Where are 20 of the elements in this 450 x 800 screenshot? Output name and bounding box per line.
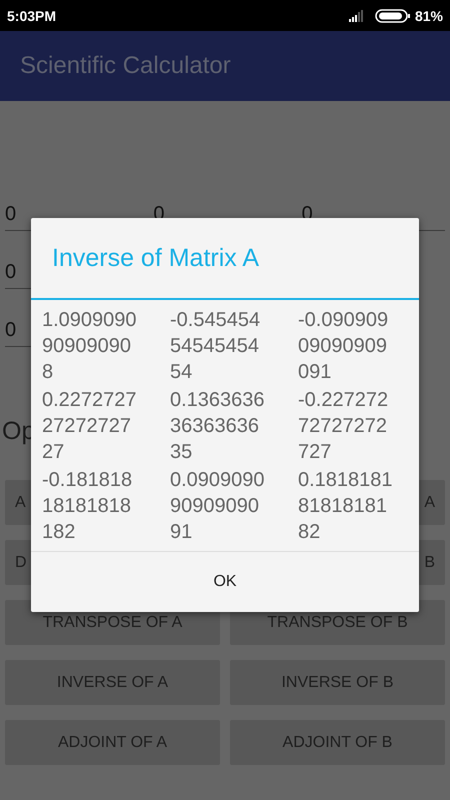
battery-percent: 81% bbox=[414, 8, 443, 24]
matrix-value: -0.18181818181818182 bbox=[42, 468, 134, 545]
matrix-value: -0.09090909090909091 bbox=[298, 308, 390, 385]
matrix-value: 0.09090909090909091 bbox=[170, 468, 266, 545]
matrix-value: 0.22727272727272727 bbox=[42, 388, 138, 465]
matrix-value: -0.5454545454545454 bbox=[170, 308, 262, 385]
operation-button[interactable]: ADJOINT OF B bbox=[230, 720, 445, 765]
matrix-value: 0.13636363636363635 bbox=[170, 388, 266, 465]
battery-icon bbox=[374, 8, 411, 22]
signal-icon bbox=[348, 10, 365, 22]
matrix-value: 0.18181818181818182 bbox=[298, 468, 394, 545]
operation-button[interactable]: ADJOINT OF A bbox=[5, 720, 220, 765]
dialog-title: Inverse of Matrix A bbox=[31, 218, 419, 300]
status-time: 5:03PM bbox=[7, 8, 56, 24]
app-title: Scientific Calculator bbox=[20, 52, 231, 80]
operation-button[interactable]: INVERSE OF B bbox=[230, 660, 445, 705]
operation-button[interactable]: INVERSE OF A bbox=[5, 660, 220, 705]
matrix-value: -0.22727272727272727 bbox=[298, 388, 390, 465]
matrix-value: 1.0909090909090908 bbox=[42, 308, 138, 385]
ok-button[interactable]: OK bbox=[31, 552, 419, 612]
